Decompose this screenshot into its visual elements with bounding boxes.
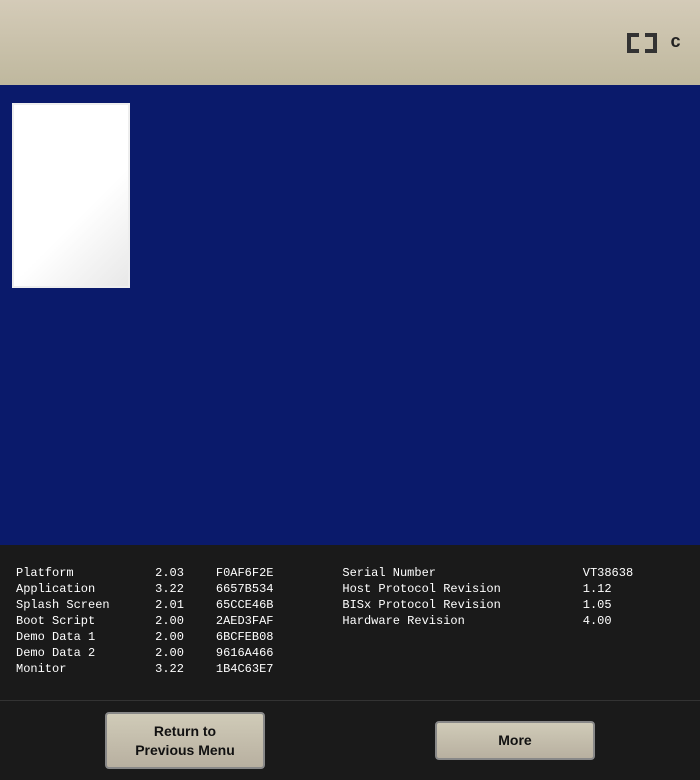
logo-text: c [670, 33, 682, 53]
right-label: Serial Number [342, 565, 582, 581]
right-value: 1.05 [583, 597, 684, 613]
info-section: Platform 2.03 F0AF6F2ESerial Number VT38… [0, 545, 700, 700]
row-version: 2.03 [155, 565, 216, 581]
right-label: Hardware Revision [342, 613, 582, 629]
right-value: 1.12 [583, 581, 684, 597]
table-row: Boot Script 2.00 2AED3FAFHardware Revisi… [16, 613, 684, 629]
screen-area [0, 85, 700, 545]
row-label: Splash Screen [16, 597, 155, 613]
row-hash: 6BCFEB08 [216, 629, 343, 645]
right-value: VT38638 [583, 565, 684, 581]
splash-image-box [12, 103, 130, 288]
table-row: Platform 2.03 F0AF6F2ESerial Number VT38… [16, 565, 684, 581]
return-button[interactable]: Return to Previous Menu [105, 712, 265, 768]
row-label: Platform [16, 565, 155, 581]
row-label: Boot Script [16, 613, 155, 629]
logo-area: c [626, 29, 682, 57]
splash-image [14, 105, 128, 286]
row-label: Application [16, 581, 155, 597]
more-button[interactable]: More [435, 721, 595, 759]
version-table: Platform 2.03 F0AF6F2ESerial Number VT38… [16, 565, 684, 677]
right-value: 4.00 [583, 613, 684, 629]
table-row: Demo Data 2 2.00 9616A466 [16, 645, 684, 661]
table-row: Application 3.22 6657B534Host Protocol R… [16, 581, 684, 597]
row-version: 2.00 [155, 629, 216, 645]
right-label: Host Protocol Revision [342, 581, 582, 597]
table-row: Monitor 3.22 1B4C63E7 [16, 661, 684, 677]
row-version: 3.22 [155, 581, 216, 597]
right-label: BISx Protocol Revision [342, 597, 582, 613]
row-label: Demo Data 2 [16, 645, 155, 661]
row-hash: 6657B534 [216, 581, 343, 597]
row-label: Monitor [16, 661, 155, 677]
table-row: Splash Screen 2.01 65CCE46BBISx Protocol… [16, 597, 684, 613]
table-row: Demo Data 1 2.00 6BCFEB08 [16, 629, 684, 645]
row-version: 2.00 [155, 645, 216, 661]
bottom-buttons: Return to Previous Menu More [0, 700, 700, 780]
row-label: Demo Data 1 [16, 629, 155, 645]
row-hash: 65CCE46B [216, 597, 343, 613]
row-version: 3.22 [155, 661, 216, 677]
row-hash: 9616A466 [216, 645, 343, 661]
top-bezel: c [0, 0, 700, 85]
row-hash: 2AED3FAF [216, 613, 343, 629]
row-version: 2.00 [155, 613, 216, 629]
row-version: 2.01 [155, 597, 216, 613]
row-hash: F0AF6F2E [216, 565, 343, 581]
logo-icon [626, 29, 666, 57]
row-hash: 1B4C63E7 [216, 661, 343, 677]
